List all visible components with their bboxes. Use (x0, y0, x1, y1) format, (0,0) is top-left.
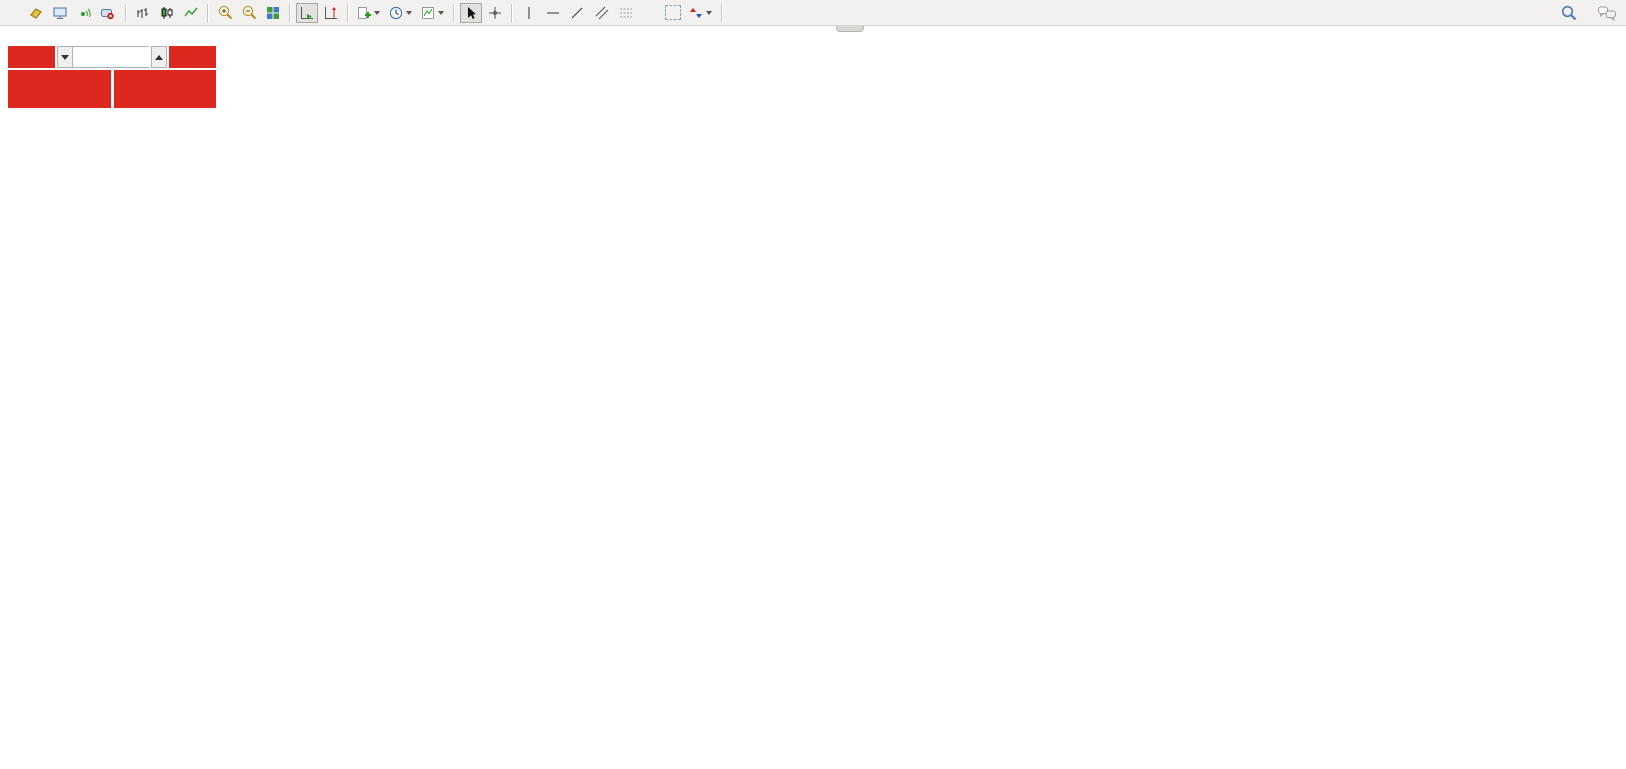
template-button[interactable] (418, 3, 448, 23)
chart-ohlc-header (5, 30, 33, 44)
add-indicator-icon (356, 5, 372, 21)
autotrading-icon (99, 5, 115, 21)
arrows-tool[interactable] (686, 3, 716, 23)
toolbar-separator (207, 4, 209, 22)
new-order-button[interactable] (1, 3, 23, 23)
bar-chart-icon[interactable] (132, 3, 154, 23)
toolbar-separator (125, 4, 127, 22)
fibonacci-tool[interactable] (614, 3, 636, 23)
tile-windows-icon[interactable] (262, 3, 284, 23)
text-label-tool[interactable] (662, 3, 684, 23)
toolbar-separator (289, 4, 291, 22)
toolbar-separator (721, 4, 723, 22)
chart-shift-icon[interactable] (320, 3, 342, 23)
dropdown-caret-icon (706, 11, 712, 15)
period-clock-icon (388, 5, 404, 21)
main-toolbar (0, 0, 1626, 26)
toolbar-separator (347, 4, 349, 22)
text-label-glyph (665, 5, 681, 20)
triangle-up-icon (155, 55, 163, 60)
auto-scroll-icon[interactable] (296, 3, 318, 23)
add-indicator-button[interactable] (354, 3, 384, 23)
dropdown-caret-icon (406, 11, 412, 15)
zoom-in-icon[interactable] (214, 3, 236, 23)
zoom-out-icon[interactable] (238, 3, 260, 23)
toolbar-separator (453, 4, 455, 22)
signals-icon[interactable] (73, 3, 95, 23)
sell-price-button[interactable] (8, 70, 111, 108)
line-chart-icon[interactable] (180, 3, 202, 23)
horizontal-line-tool[interactable] (542, 3, 564, 23)
text-tool[interactable] (638, 3, 660, 23)
cursor-tool[interactable] (460, 3, 482, 23)
sell-button[interactable] (8, 46, 55, 68)
new-order-icon[interactable] (25, 3, 47, 23)
channel-tool[interactable] (590, 3, 612, 23)
trendline-tool[interactable] (566, 3, 588, 23)
volume-increase-button[interactable] (151, 46, 167, 68)
period-button[interactable] (386, 3, 416, 23)
vertical-line-tool[interactable] (518, 3, 540, 23)
candle-chart-icon[interactable] (156, 3, 178, 23)
window-splitter-grip[interactable] (836, 25, 864, 32)
dropdown-caret-icon (438, 11, 444, 15)
one-click-trading-panel (8, 46, 216, 108)
buy-price-button[interactable] (114, 70, 217, 108)
price-chart[interactable] (0, 0, 1626, 769)
volume-input[interactable] (73, 46, 149, 68)
dropdown-caret-icon (374, 11, 380, 15)
template-icon (420, 5, 436, 21)
toolbar-separator (511, 4, 513, 22)
volume-decrease-button[interactable] (57, 46, 73, 68)
triangle-down-icon (61, 55, 69, 60)
buy-button[interactable] (169, 46, 216, 68)
autotrading-button[interactable] (97, 3, 120, 23)
chat-icon[interactable] (1595, 3, 1619, 23)
crosshair-tool[interactable] (484, 3, 506, 23)
search-icon[interactable] (1558, 3, 1580, 23)
terminal-icon[interactable] (49, 3, 71, 23)
